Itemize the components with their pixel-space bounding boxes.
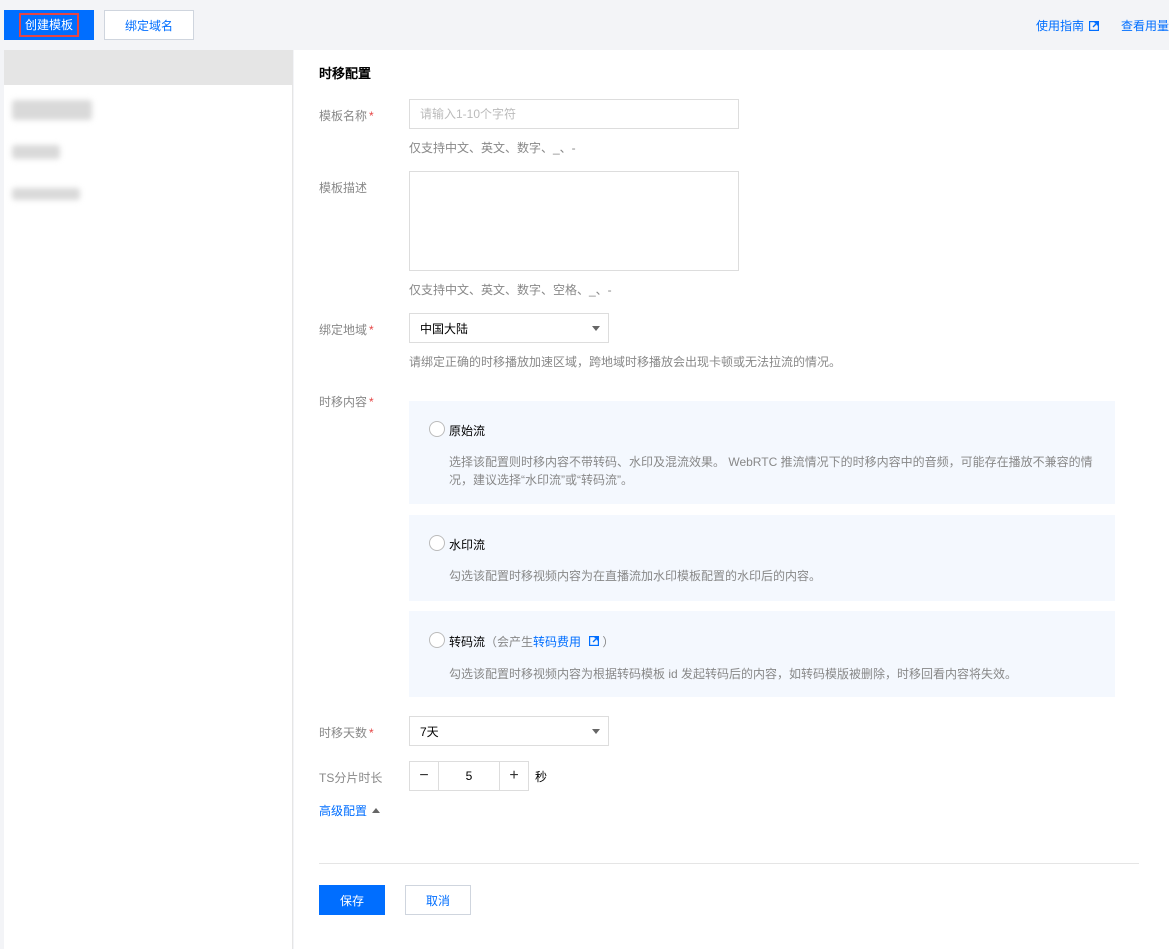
sidebar-item-redacted[interactable] — [12, 145, 60, 159]
template-description-input[interactable] — [409, 171, 739, 271]
required-mark: * — [369, 726, 374, 740]
option-title: 原始流 — [449, 424, 486, 438]
guide-link[interactable]: 使用指南 — [1036, 17, 1099, 34]
description-label: 模板描述 — [319, 181, 368, 195]
required-mark: * — [369, 323, 374, 337]
config-form: 时移配置 模板名称* 仅支持中文、英文、数字、_、- 模板描述 仅支持中文、英文… — [294, 50, 1169, 949]
option-title-text: 转码流 — [449, 635, 486, 649]
sidebar-item-selected[interactable] — [4, 50, 293, 85]
external-link-icon — [1088, 20, 1099, 31]
option-title: 水印流 — [449, 538, 486, 552]
radio-watermark-stream[interactable] — [429, 535, 445, 551]
content-label-text: 时移内容 — [319, 395, 368, 409]
region-select[interactable]: 中国大陆 — [409, 313, 609, 343]
option-original-stream[interactable]: 原始流 选择该配置则时移内容不带转码、水印及混流效果。 WebRTC 推流情况下… — [409, 401, 1115, 504]
region-label: 绑定地域 * — [319, 321, 374, 338]
days-select[interactable]: 7天 — [409, 716, 609, 746]
transcode-fee-link[interactable]: 转码费用 — [533, 635, 581, 649]
option-title-sub-end: ） — [602, 635, 615, 649]
advanced-config-label: 高级配置 — [319, 804, 368, 818]
guide-link-label: 使用指南 — [1035, 19, 1084, 33]
days-label-text: 时移天数 — [319, 726, 368, 740]
option-description: 勾选该配置时移视频内容为根据转码模板 id 发起转码后的内容，如转码模版被删除，… — [449, 667, 1018, 681]
option-title-sub: （会产生 — [485, 635, 534, 649]
create-template-button[interactable]: 创建模板 — [4, 10, 94, 40]
region-hint: 请绑定正确的时移播放加速区域，跨地域时移播放会出现卡顿或无法拉流的情况。 — [409, 355, 842, 369]
description-hint: 仅支持中文、英文、数字、空格、_、- — [409, 283, 612, 297]
radio-original-stream[interactable] — [429, 421, 445, 437]
radio-transcode-stream[interactable] — [429, 632, 445, 648]
name-label: 模板名称 * — [319, 107, 374, 124]
required-mark: * — [369, 109, 374, 123]
option-description: 勾选该配置时移视频内容为在直播流加水印模板配置的水印后的内容。 — [449, 569, 822, 583]
bind-domain-button[interactable]: 绑定域名 — [104, 10, 194, 40]
ts-unit: 秒 — [535, 769, 548, 784]
caret-down-icon — [592, 729, 600, 734]
ts-label: TS分片时长 — [319, 771, 383, 785]
usage-link[interactable]: 查看用量 — [1121, 17, 1169, 34]
cancel-button[interactable]: 取消 — [405, 885, 471, 915]
sidebar-item-redacted[interactable] — [12, 188, 80, 200]
decrement-button[interactable]: − — [409, 761, 439, 791]
sidebar-item-redacted[interactable] — [12, 100, 92, 120]
option-title: 转码流（会产生转码费用 ） — [449, 633, 614, 650]
content-label: 时移内容 * — [319, 393, 374, 410]
template-name-input[interactable] — [409, 99, 739, 129]
divider — [319, 863, 1139, 864]
region-label-text: 绑定地域 — [319, 323, 368, 337]
option-description: 选择该配置则时移内容不带转码、水印及混流效果。 WebRTC 推流情况下的时移内… — [449, 455, 1093, 487]
option-watermark-stream[interactable]: 水印流 勾选该配置时移视频内容为在直播流加水印模板配置的水印后的内容。 — [409, 515, 1115, 601]
increment-button[interactable]: + — [499, 761, 529, 791]
top-links: 使用指南 查看用量 — [1014, 17, 1169, 34]
external-link-icon — [589, 636, 600, 646]
create-template-label: 创建模板 — [18, 13, 79, 37]
name-label-text: 模板名称 — [319, 109, 368, 123]
template-sidebar — [4, 50, 293, 949]
advanced-config-toggle[interactable]: 高级配置 — [319, 802, 381, 819]
top-toolbar: 创建模板 绑定域名 使用指南 查看用量 — [0, 0, 1169, 48]
section-title: 时移配置 — [319, 66, 372, 81]
save-button[interactable]: 保存 — [319, 885, 385, 915]
region-select-value: 中国大陆 — [420, 321, 469, 336]
option-transcode-stream[interactable]: 转码流（会产生转码费用 ） 勾选该配置时移视频内容为根据转码模板 id 发起转码… — [409, 611, 1115, 697]
name-hint: 仅支持中文、英文、数字、_、- — [409, 141, 576, 155]
ts-duration-input[interactable]: 5 — [439, 761, 499, 791]
days-select-value: 7天 — [420, 724, 439, 739]
caret-up-icon — [372, 808, 381, 813]
days-label: 时移天数 * — [319, 724, 374, 741]
required-mark: * — [369, 395, 374, 409]
ts-duration-stepper: − 5 + 秒 — [409, 761, 547, 791]
caret-down-icon — [592, 326, 600, 331]
